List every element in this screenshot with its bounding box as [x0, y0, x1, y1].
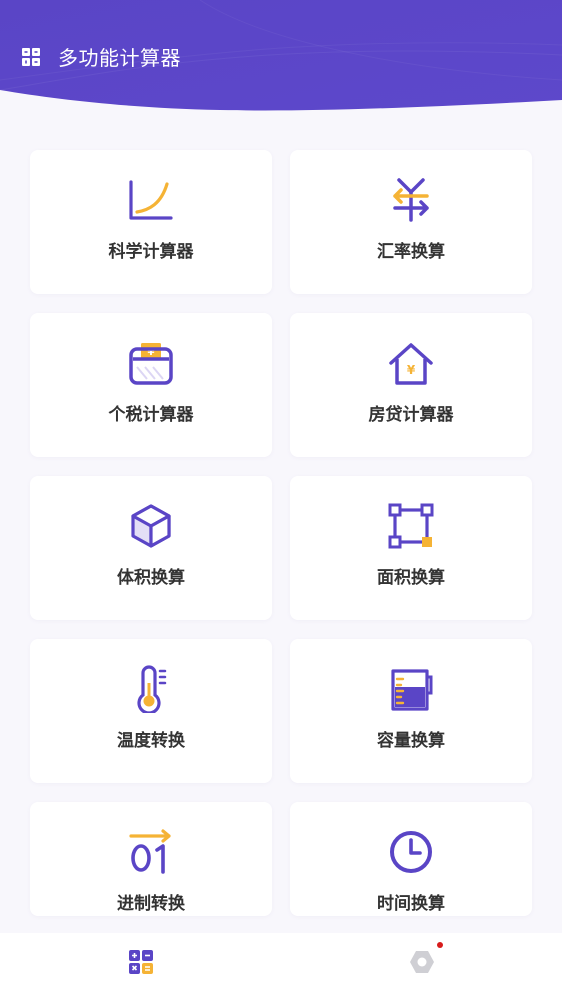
bottom-nav: [0, 933, 562, 999]
tool-label: 科学计算器: [108, 242, 194, 262]
curve-chart-icon: [129, 180, 173, 220]
binary-arrow-icon: [129, 829, 171, 874]
tool-card-scientific-calculator[interactable]: 科学计算器: [30, 150, 272, 294]
thermometer-icon: [137, 665, 167, 713]
house-yen-icon: ¥: [389, 343, 433, 385]
tool-card-capacity-conversion[interactable]: 容量换算: [290, 639, 532, 783]
tool-card-time-conversion[interactable]: 时间换算: [290, 802, 532, 916]
clock-icon: [390, 831, 432, 873]
tool-label: 时间换算: [377, 894, 445, 914]
tab-settings[interactable]: [281, 933, 562, 999]
settings-hexagon-icon: [410, 951, 434, 973]
calculator-grid-icon: [129, 950, 153, 974]
square-area-icon: [388, 503, 434, 549]
tool-card-mortgage-calculator[interactable]: ¥ 房贷计算器: [290, 313, 532, 457]
tool-card-temperature-conversion[interactable]: 温度转换: [30, 639, 272, 783]
tool-card-area-conversion[interactable]: 面积换算: [290, 476, 532, 620]
tool-card-currency-exchange[interactable]: 汇率换算: [290, 150, 532, 294]
tool-label: 面积换算: [377, 568, 445, 588]
cube-icon: [131, 504, 171, 548]
tool-grid: 科学计算器 汇率换算 ¥ 个税计算器 ¥ 房贷计算器 体积换算 面积换算 温度转…: [0, 0, 562, 999]
tool-label: 体积换算: [117, 568, 185, 588]
notification-dot: [437, 942, 443, 948]
tool-label: 容量换算: [377, 731, 445, 751]
tool-card-volume-conversion[interactable]: 体积换算: [30, 476, 272, 620]
tool-label: 进制转换: [117, 894, 185, 914]
tool-card-income-tax-calculator[interactable]: ¥ 个税计算器: [30, 313, 272, 457]
tool-label: 房贷计算器: [368, 405, 454, 425]
beaker-icon: [391, 669, 433, 711]
tool-label: 个税计算器: [108, 405, 194, 425]
svg-text:¥: ¥: [407, 363, 416, 377]
tool-label: 温度转换: [117, 731, 185, 751]
tool-card-base-conversion[interactable]: 进制转换: [30, 802, 272, 916]
tab-calculators[interactable]: [0, 933, 281, 999]
wallet-yen-icon: ¥: [129, 343, 173, 385]
tool-label: 汇率换算: [377, 242, 445, 262]
yen-exchange-icon: [393, 178, 429, 222]
